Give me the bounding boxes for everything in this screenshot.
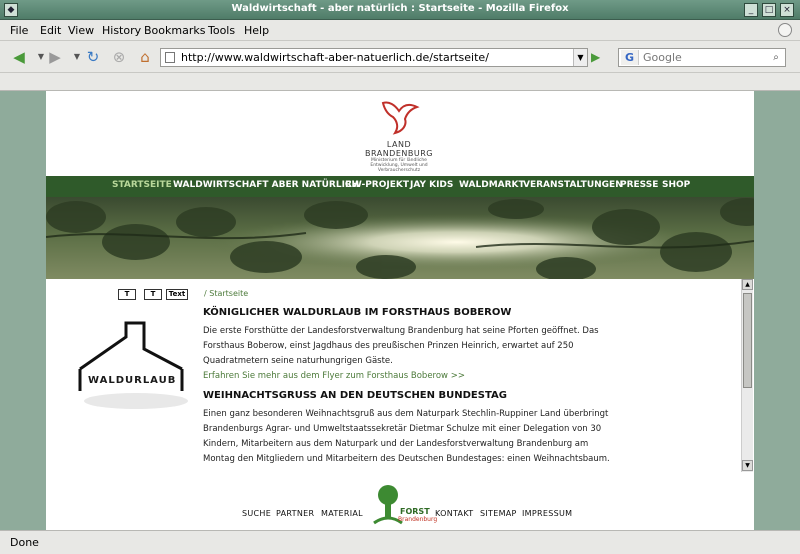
minimize-button[interactable]: _ bbox=[744, 3, 758, 17]
forst-brandenburg-logo[interactable]: FORST Brandenburg bbox=[370, 483, 438, 529]
maximize-button[interactable]: □ bbox=[762, 3, 776, 17]
forst-text: FORST bbox=[400, 507, 430, 516]
menu-view[interactable]: View bbox=[68, 24, 94, 37]
house-outline-icon bbox=[78, 321, 188, 409]
home-button[interactable]: ⌂ bbox=[134, 47, 156, 67]
window-titlebar: ◆ Waldwirtschaft - aber natürlich : Star… bbox=[0, 0, 800, 20]
menu-bar: File Edit View History Bookmarks Tools H… bbox=[0, 20, 800, 41]
forest-canopy-illustration bbox=[46, 197, 754, 279]
site-footer: SUCHE PARTNER MATERIAL FORST Brandenburg… bbox=[46, 481, 754, 530]
content-scrollbar[interactable]: ▲ ▼ bbox=[741, 279, 753, 472]
article-line: Quadratmetern seine naturhungrigen Gäste… bbox=[203, 356, 393, 366]
waldurlaub-text: WALDURLAUB bbox=[88, 375, 177, 386]
bookmarks-toolbar bbox=[0, 73, 800, 91]
article-title[interactable]: WEIHNACHTSGRUSS AN DEN DEUTSCHEN BUNDEST… bbox=[203, 390, 733, 401]
article-line: Brandenburgs Agrar- und Umweltstaatssekr… bbox=[203, 424, 602, 434]
search-box[interactable]: G Google ⌕ bbox=[618, 48, 786, 67]
content-viewport: LAND BRANDENBURG Ministerium für ländlic… bbox=[0, 91, 800, 530]
site-header: LAND BRANDENBURG Ministerium für ländlic… bbox=[46, 91, 754, 176]
text-size-small-button[interactable]: T bbox=[118, 289, 136, 300]
reload-icon: ↻ bbox=[86, 48, 100, 66]
nav-veranstaltungen[interactable]: VERANSTALTUNGEN bbox=[523, 180, 623, 190]
eagle-icon bbox=[381, 101, 420, 135]
navigation-toolbar: ◀ ▼ ▶ ▼ ↻ ⊗ ⌂ http://www.waldwirtschaft-… bbox=[0, 41, 800, 73]
go-arrow-icon: ▶ bbox=[591, 50, 601, 64]
main-navigation: STARTSEITE WALDWIRTSCHAFT ABER NATÜRLICH… bbox=[46, 176, 754, 197]
logo-land: LAND bbox=[386, 140, 412, 149]
forward-button[interactable]: ▶ bbox=[44, 47, 66, 67]
menu-help[interactable]: Help bbox=[244, 24, 269, 37]
article-line: Kindern, Mitarbeitern aus dem Naturpark … bbox=[203, 439, 589, 449]
footer-link-material[interactable]: MATERIAL bbox=[321, 509, 363, 518]
article-line: Die erste Forsthütte der Landesforstverw… bbox=[203, 326, 599, 336]
page-icon bbox=[165, 52, 175, 63]
menu-tools[interactable]: Tools bbox=[208, 24, 235, 37]
nav-jay-kids[interactable]: JAY KIDS bbox=[410, 180, 453, 190]
news-list: KÖNIGLICHER WALDURLAUB IM FORSTHAUS BOBE… bbox=[203, 307, 733, 467]
scroll-thumb[interactable] bbox=[743, 293, 752, 388]
article-title[interactable]: KÖNIGLICHER WALDURLAUB IM FORSTHAUS BOBE… bbox=[203, 307, 733, 318]
footer-link-impressum[interactable]: IMPRESSUM bbox=[522, 509, 572, 518]
text-only-button[interactable]: Text bbox=[166, 289, 188, 300]
forest-banner-image bbox=[46, 197, 754, 279]
status-text: Done bbox=[10, 536, 39, 549]
reload-button[interactable]: ↻ bbox=[82, 47, 104, 67]
back-arrow-icon: ◀ bbox=[13, 48, 25, 66]
forst-region-text: Brandenburg bbox=[398, 516, 438, 523]
breadcrumb[interactable]: / Startseite bbox=[204, 289, 248, 298]
url-text: http://www.waldwirtschaft-aber-natuerlic… bbox=[181, 51, 489, 64]
nav-presse[interactable]: PRESSE bbox=[620, 180, 658, 190]
close-button[interactable]: × bbox=[780, 3, 794, 17]
article-line: Einen ganz besonderen Weihnachtsgruß aus… bbox=[203, 409, 609, 419]
news-article: KÖNIGLICHER WALDURLAUB IM FORSTHAUS BOBE… bbox=[203, 307, 733, 384]
home-icon: ⌂ bbox=[140, 48, 150, 66]
waldurlaub-logo[interactable]: WALDURLAUB bbox=[76, 319, 191, 429]
text-size-large-button[interactable]: T bbox=[144, 289, 162, 300]
menu-file[interactable]: File bbox=[10, 24, 28, 37]
article-line: Montag den Mitgliedern und Mitarbeitern … bbox=[203, 454, 610, 464]
menu-history[interactable]: History bbox=[102, 24, 141, 37]
search-placeholder: Google bbox=[643, 51, 682, 64]
logo-ministry: Ministerium für ländliche Entwicklung, U… bbox=[370, 158, 428, 173]
nav-startseite[interactable]: STARTSEITE bbox=[112, 180, 172, 190]
search-icon[interactable]: ⌕ bbox=[769, 50, 783, 65]
nav-waldwirtschaft[interactable]: WALDWIRTSCHAFT ABER NATÜRLICH bbox=[173, 180, 359, 190]
window-title: Waldwirtschaft - aber natürlich : Starts… bbox=[231, 3, 569, 14]
footer-link-suche[interactable]: SUCHE bbox=[242, 509, 271, 518]
url-dropdown-icon[interactable]: ▼ bbox=[573, 49, 587, 66]
footer-link-kontakt[interactable]: KONTAKT bbox=[435, 509, 473, 518]
footer-link-partner[interactable]: PARTNER bbox=[276, 509, 314, 518]
status-bar: Done bbox=[0, 530, 800, 554]
throbber-icon bbox=[778, 23, 792, 37]
back-button[interactable]: ◀ bbox=[8, 47, 30, 67]
menu-edit[interactable]: Edit bbox=[40, 24, 61, 37]
news-article: WEIHNACHTSGRUSS AN DEN DEUTSCHEN BUNDEST… bbox=[203, 390, 733, 467]
article-more-link[interactable]: Erfahren Sie mehr aus dem Flyer zum Fors… bbox=[203, 369, 733, 384]
stop-button[interactable]: ⊗ bbox=[108, 47, 130, 67]
stop-icon: ⊗ bbox=[112, 48, 126, 66]
google-engine-icon[interactable]: G bbox=[621, 50, 639, 65]
brandenburg-logo[interactable]: LAND BRANDENBURG Ministerium für ländlic… bbox=[364, 99, 434, 175]
nav-rw-projekt[interactable]: RW-PROJEKT bbox=[345, 180, 409, 190]
scroll-down-icon[interactable]: ▼ bbox=[742, 460, 753, 471]
website: LAND BRANDENBURG Ministerium für ländlic… bbox=[46, 91, 754, 530]
url-bar[interactable]: http://www.waldwirtschaft-aber-natuerlic… bbox=[160, 48, 588, 67]
scroll-up-icon[interactable]: ▲ bbox=[742, 279, 753, 290]
footer-link-sitemap[interactable]: SITEMAP bbox=[480, 509, 517, 518]
nav-waldmarkt[interactable]: WALDMARKT bbox=[459, 180, 525, 190]
article-line: Forsthaus Boberow, einst Jagdhaus des pr… bbox=[203, 341, 574, 351]
menu-bookmarks[interactable]: Bookmarks bbox=[144, 24, 205, 37]
go-button[interactable]: ▶ bbox=[591, 49, 605, 65]
nav-shop[interactable]: SHOP bbox=[662, 180, 690, 190]
forward-arrow-icon: ▶ bbox=[49, 48, 61, 66]
logo-brandenburg: BRANDENBURG bbox=[365, 149, 433, 158]
